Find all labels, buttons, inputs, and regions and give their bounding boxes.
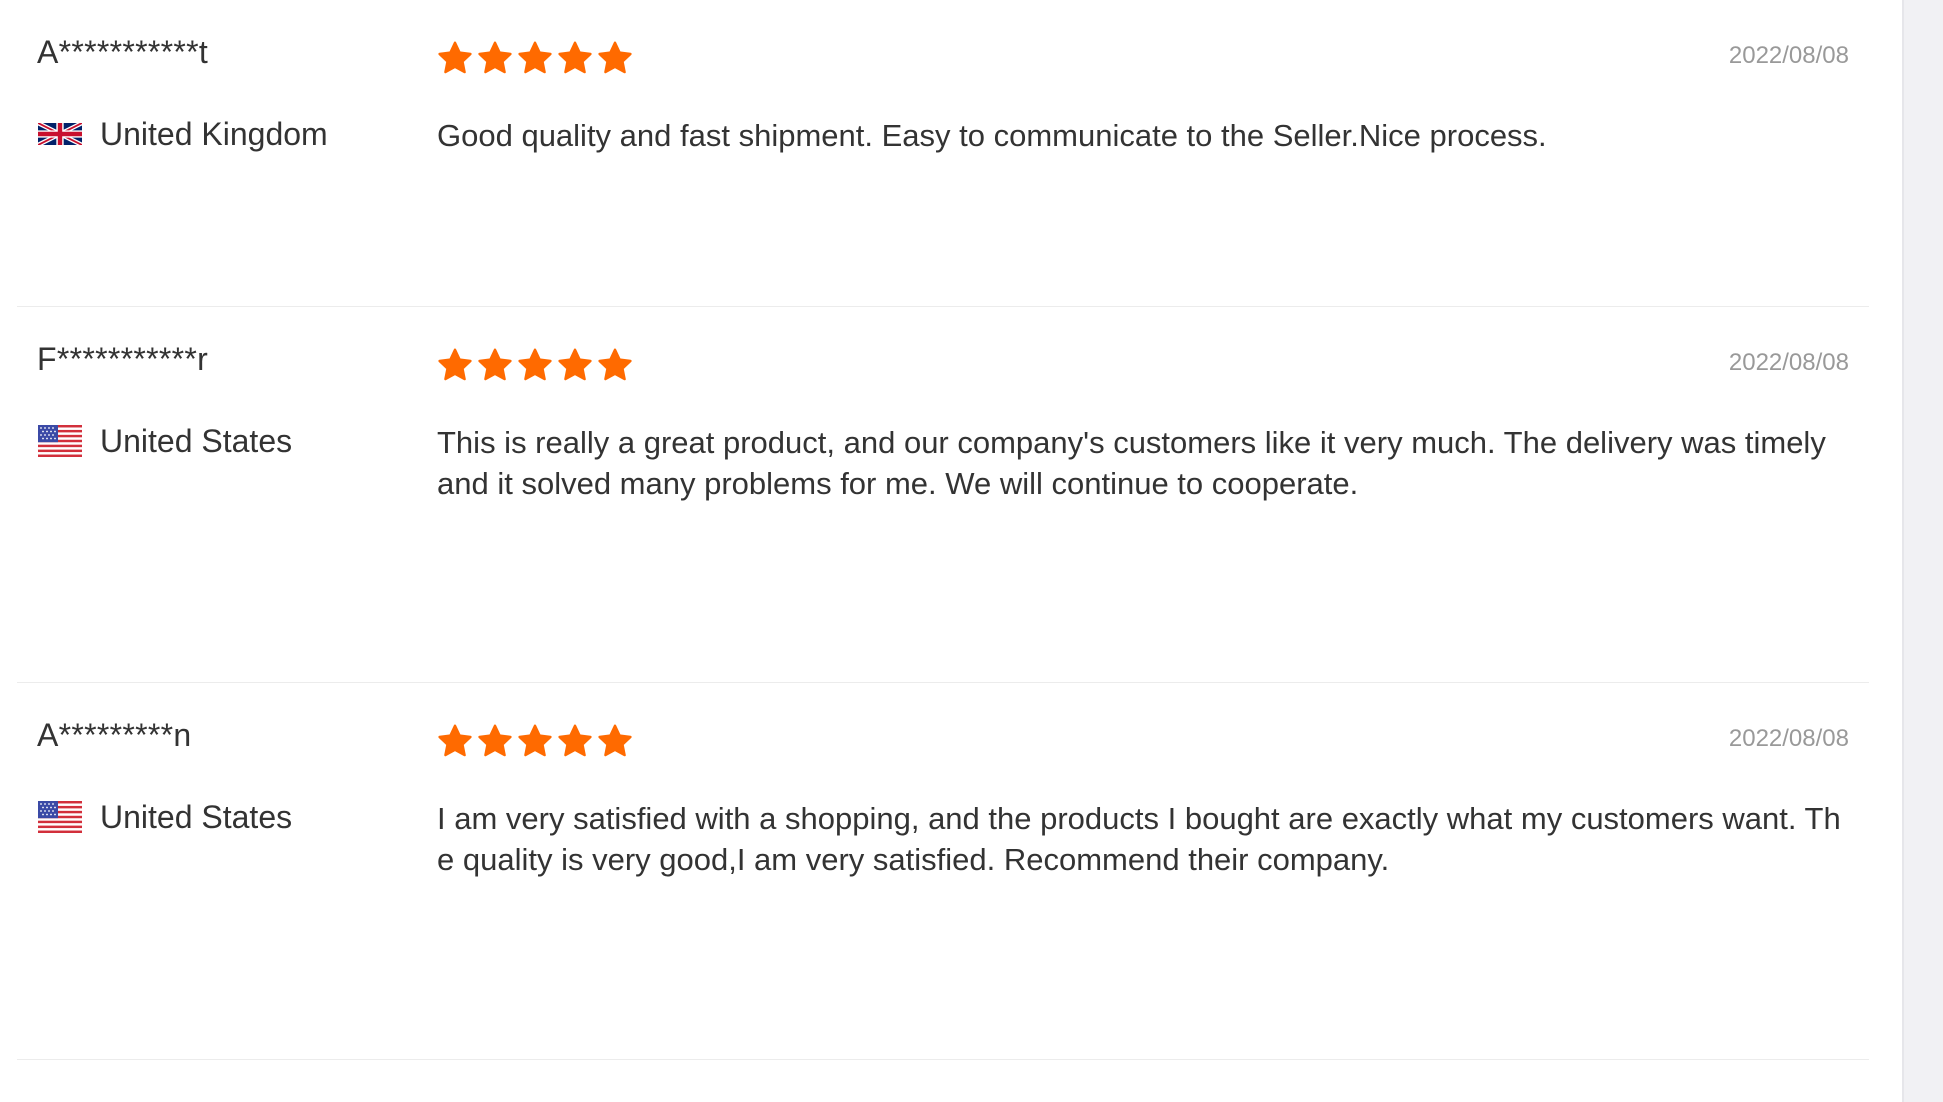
us-flag-icon [38,801,82,833]
review-date: 2022/08/08 [1728,42,1849,69]
star-rating [437,347,633,383]
review-date: 2022/08/08 [1728,349,1849,376]
review-item: A*********n United States 2022/08/08 I a… [17,683,1869,1060]
reviewer-name: A*********n [37,717,192,753]
review-comment: I am very satisfied with a shopping, and… [437,801,1841,877]
star-icon [557,40,593,76]
star-icon [597,40,633,76]
review-comment: This is really a great product, and our … [437,425,1826,501]
star-icon [557,723,593,759]
star-icon [477,40,513,76]
scrollbar-track[interactable] [1902,0,1943,1102]
star-rating [437,723,633,759]
star-icon [597,347,633,383]
reviewer-name: F***********r [37,341,209,377]
star-icon [437,347,473,383]
us-flag-icon [38,425,82,457]
star-icon [557,347,593,383]
star-icon [477,347,513,383]
uk-flag-icon [38,118,82,150]
country-name: United States [100,422,293,459]
review-item: F***********r United States 2022/08/08 T… [17,307,1869,683]
review-date: 2022/08/08 [1728,725,1849,752]
star-icon [517,347,553,383]
star-icon [437,40,473,76]
review-list: A***********t United Kingdom 2022/08/08 … [0,0,1902,1102]
review-item: A***********t United Kingdom 2022/08/08 … [17,0,1869,307]
star-icon [477,723,513,759]
star-icon [437,723,473,759]
country-name: United Kingdom [100,115,328,152]
review-comment: Good quality and fast shipment. Easy to … [437,118,1547,153]
reviewer-name: A***********t [37,34,209,70]
star-icon [597,723,633,759]
star-icon [517,40,553,76]
star-icon [517,723,553,759]
star-rating [437,40,633,76]
reviewer-country: United Kingdom [38,114,328,154]
reviewer-country: United States [38,797,292,837]
country-name: United States [100,798,293,835]
reviewer-country: United States [38,421,292,461]
